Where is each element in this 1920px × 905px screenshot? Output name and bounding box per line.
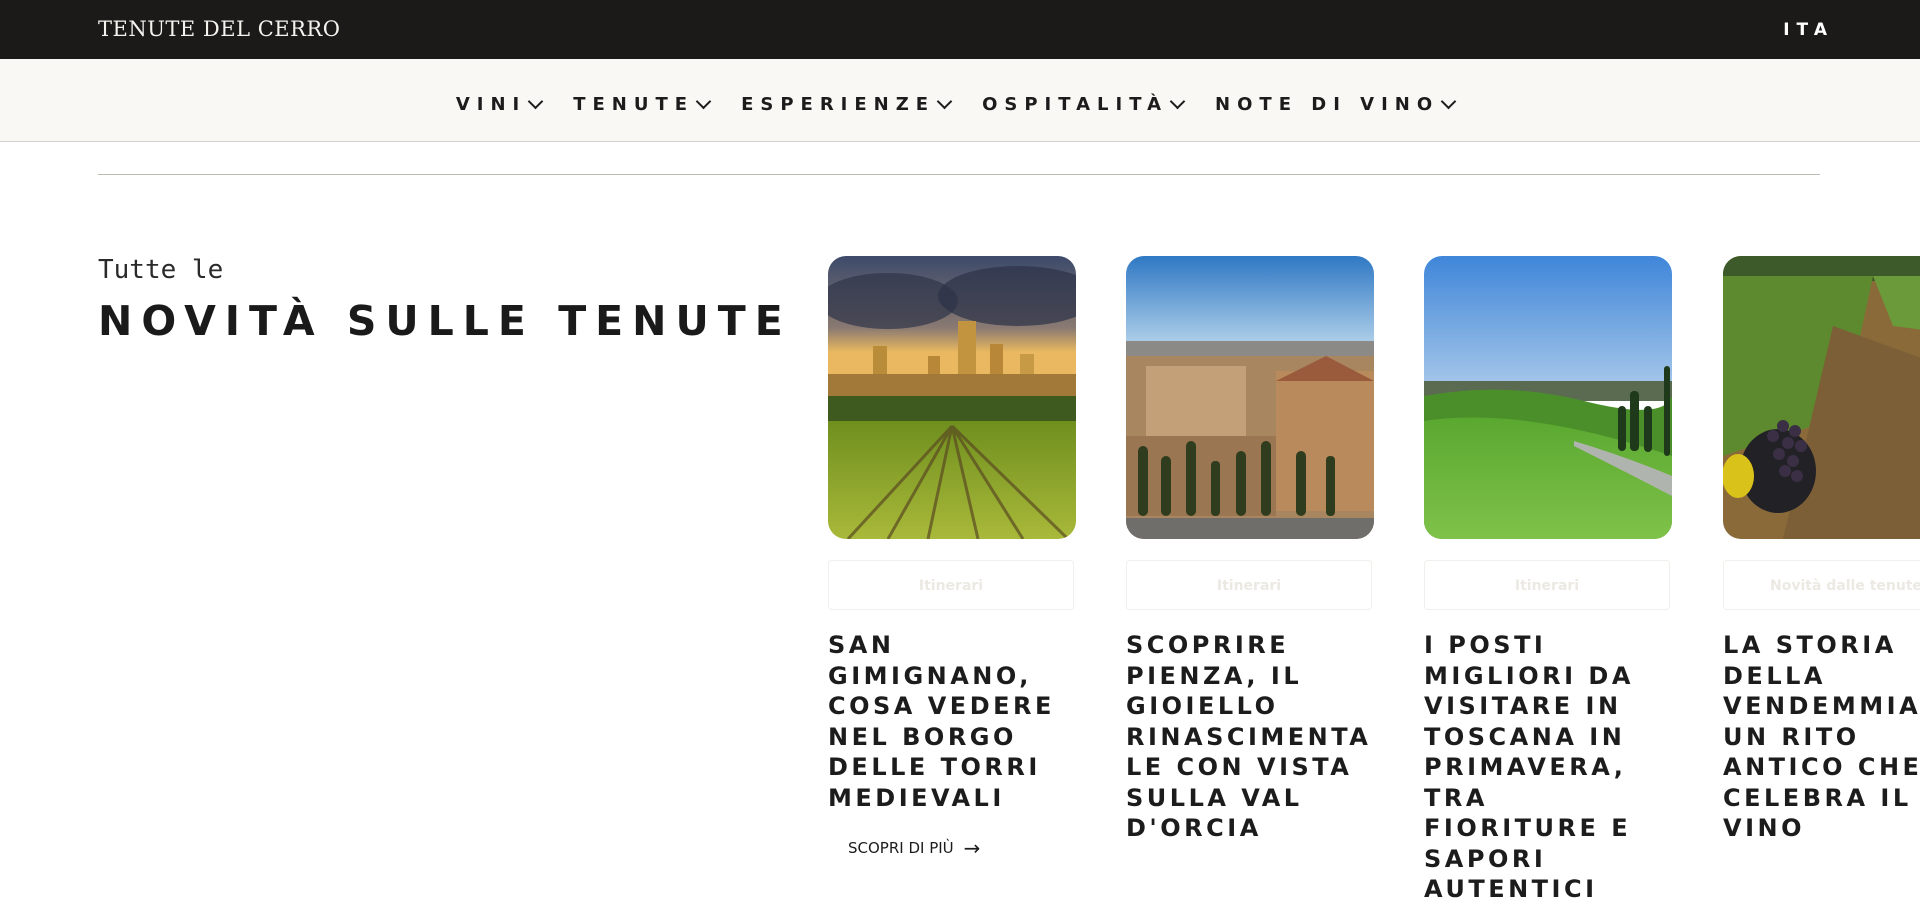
card-category-badge[interactable]: Novità dalle tenute [1723,560,1920,610]
tuscan-hills-image[interactable] [1424,256,1672,539]
news-card[interactable]: Itinerari SAN GIMIGNANO, COSA VEDERE NEL… [828,256,1076,858]
chevron-down-icon [936,93,953,110]
nav-item-label: NOTE DI VINO [1215,94,1440,115]
san-gimignano-towers-image[interactable] [828,256,1076,539]
card-title[interactable]: I POSTI MIGLIORI DA VISITARE IN TOSCANA … [1424,630,1674,905]
nav-item-label: ESPERIENZE [741,94,936,115]
card-category-badge[interactable]: Itinerari [828,560,1074,610]
carousel-overflow: Novità dalle tenute LA STORIA DELLA VEND… [1723,256,1920,847]
nav-item-label: OSPITALITÀ [982,94,1169,115]
chevron-down-icon [695,93,712,110]
language-selector[interactable]: ITA [1783,20,1834,40]
main-navigation: VINI TENUTE ESPERIENZE OSPITALITÀ NOTE D… [0,59,1920,142]
chevron-down-icon [527,93,544,110]
card-title[interactable]: SAN GIMIGNANO, COSA VEDERE NEL BORGO DEL… [828,630,1078,813]
chevron-down-icon [1440,93,1457,110]
news-card[interactable]: Itinerari SCOPRIRE PIENZA, IL GIOIELLO R… [1126,256,1374,844]
nav-item-note-di-vino[interactable]: NOTE DI VINO [1215,93,1457,115]
nav-item-label: TENUTE [573,94,695,115]
nav-item-esperienze[interactable]: ESPERIENZE [741,93,953,115]
nav-item-tenute[interactable]: TENUTE [573,93,712,115]
top-bar: TENUTE DEL CERRO ITA [0,0,1920,59]
card-title[interactable]: SCOPRIRE PIENZA, IL GIOIELLO RINASCIMENT… [1126,630,1376,844]
arrow-right-icon: → [963,836,981,860]
card-title[interactable]: LA STORIA DELLA VENDEMMIA, UN RITO ANTIC… [1723,630,1920,844]
card-category-badge[interactable]: Itinerari [1126,560,1372,610]
chevron-down-icon [1169,93,1186,110]
section-title: NOVITÀ SULLE TENUTE [98,297,792,345]
nav-item-vini[interactable]: VINI [455,93,544,115]
section-divider [98,174,1820,175]
read-more-link[interactable]: SCOPRI DI PIÙ → [848,838,1076,858]
pienza-town-image[interactable] [1126,256,1374,539]
brand-logo[interactable]: TENUTE DEL CERRO [98,17,340,41]
harvest-grapes-image[interactable] [1723,256,1920,539]
section-kicker: Tutte le [98,255,224,285]
nav-list: VINI TENUTE ESPERIENZE OSPITALITÀ NOTE D… [0,93,1920,115]
card-category-badge[interactable]: Itinerari [1424,560,1670,610]
nav-item-ospitalita[interactable]: OSPITALITÀ [982,93,1186,115]
news-card[interactable]: Itinerari I POSTI MIGLIORI DA VISITARE I… [1424,256,1672,905]
news-card[interactable]: Novità dalle tenute LA STORIA DELLA VEND… [1723,256,1920,844]
read-more-label: SCOPRI DI PIÙ [848,839,954,857]
nav-item-label: VINI [455,94,527,115]
